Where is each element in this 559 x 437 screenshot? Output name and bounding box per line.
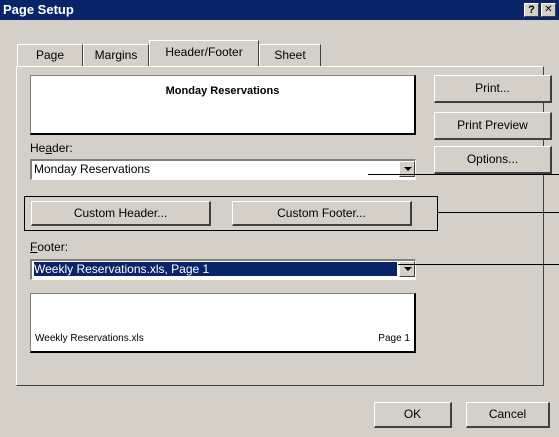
custom-header-label: Custom Header... [73, 206, 168, 220]
footer-preview: Weekly Reservations.xls Page 1 [30, 293, 416, 353]
header-label: Header: [30, 141, 73, 155]
footer-preview-left-text: Weekly Reservations.xls [35, 333, 144, 344]
title-bar[interactable]: Page Setup ? ✕ [0, 0, 559, 20]
custom-footer-label: Custom Footer... [277, 206, 366, 220]
help-button[interactable]: ? [524, 3, 539, 17]
tab-header-footer[interactable]: Header/Footer [149, 40, 259, 66]
custom-footer-button[interactable]: Custom Footer... [232, 201, 412, 226]
window-title: Page Setup [3, 2, 74, 17]
tab-page[interactable]: Page [17, 44, 83, 66]
footer-label: Footer: [30, 240, 69, 254]
tab-margins[interactable]: Margins [83, 44, 149, 66]
print-label: Print... [475, 81, 510, 95]
print-button[interactable]: Print... [434, 75, 552, 103]
print-preview-button[interactable]: Print Preview [434, 112, 552, 140]
ok-button[interactable]: OK [374, 402, 452, 428]
tab-header-footer-label: Header/Footer [165, 45, 243, 59]
tab-page-label: Page [35, 48, 65, 62]
tab-margins-label: Margins [94, 48, 138, 62]
header-preview-text: Monday Reservations [165, 85, 280, 97]
cancel-label: Cancel [488, 407, 527, 421]
custom-buttons-callout-line [438, 212, 559, 213]
footer-dropdown[interactable]: Weekly Reservations.xls, Page 1 [30, 259, 416, 280]
header-callout-line [368, 174, 559, 175]
close-button[interactable]: ✕ [541, 3, 556, 17]
print-preview-label: Print Preview [457, 118, 528, 132]
footer-dropdown-value: Weekly Reservations.xls, Page 1 [34, 262, 397, 276]
footer-callout-line [398, 264, 559, 265]
tab-sheet[interactable]: Sheet [259, 44, 321, 66]
header-dropdown-value: Monday Reservations [34, 162, 151, 176]
header-dropdown[interactable]: Monday Reservations [30, 159, 416, 180]
ok-label: OK [403, 407, 422, 421]
footer-preview-right-text: Page 1 [378, 333, 410, 344]
options-button[interactable]: Options... [434, 146, 552, 174]
header-preview: Monday Reservations [30, 75, 416, 135]
tab-sheet-label: Sheet [274, 48, 306, 62]
page-setup-dialog: Page Setup ? ✕ Page Margins Header/Foote… [0, 0, 559, 437]
cancel-button[interactable]: Cancel [466, 402, 550, 428]
options-label: Options... [466, 152, 519, 166]
custom-header-button[interactable]: Custom Header... [31, 201, 211, 226]
